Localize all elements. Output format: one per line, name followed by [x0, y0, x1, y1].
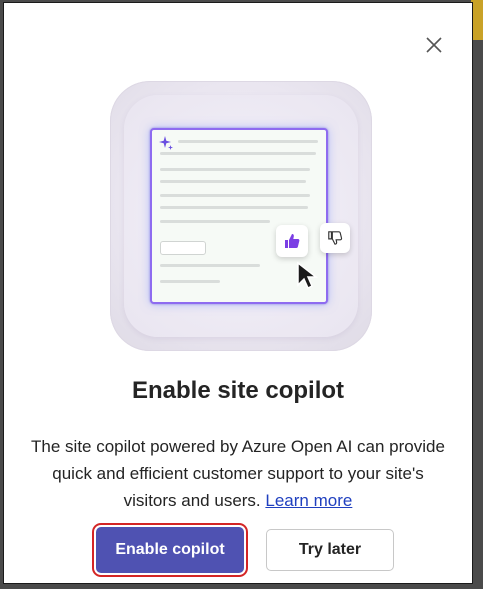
close-icon [426, 37, 442, 53]
learn-more-link[interactable]: Learn more [265, 491, 352, 510]
copilot-illustration [110, 81, 372, 351]
enable-copilot-dialog: Enable site copilot The site copilot pow… [3, 2, 473, 584]
thumbs-down-icon [328, 231, 343, 245]
description-text: The site copilot powered by Azure Open A… [31, 437, 445, 510]
thumbs-up-button-illustration [276, 225, 308, 257]
close-button[interactable] [422, 33, 446, 57]
thumbs-down-button-illustration [320, 223, 350, 253]
enable-copilot-button[interactable]: Enable copilot [96, 527, 244, 573]
dialog-description: The site copilot powered by Azure Open A… [28, 433, 448, 514]
thumbs-up-icon [285, 234, 300, 248]
try-later-button[interactable]: Try later [266, 529, 394, 571]
dialog-title: Enable site copilot [131, 377, 345, 404]
sparkle-icon [159, 136, 173, 150]
mouse-cursor-icon [297, 261, 319, 289]
